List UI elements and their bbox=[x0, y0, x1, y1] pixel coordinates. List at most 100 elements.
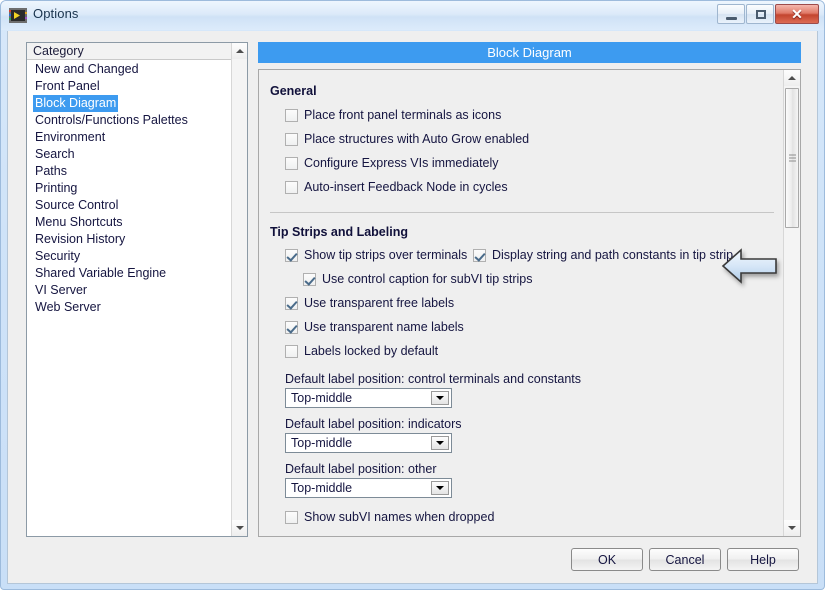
section-general-title: General bbox=[270, 84, 317, 98]
chevron-down-icon bbox=[788, 526, 796, 530]
category-item-label: New and Changed bbox=[35, 62, 139, 76]
category-item-label: Paths bbox=[35, 164, 67, 178]
category-list-scrollbar[interactable] bbox=[231, 43, 247, 536]
title-bar[interactable]: Options ✕ bbox=[1, 1, 824, 30]
checkbox-box[interactable] bbox=[285, 156, 298, 170]
settings-panel-content: General Place front panel terminals as i… bbox=[259, 70, 783, 536]
minimize-icon bbox=[726, 17, 737, 20]
scroll-up-button[interactable] bbox=[232, 43, 247, 59]
category-item[interactable]: Printing bbox=[27, 180, 231, 197]
category-list-header: Category bbox=[27, 43, 247, 60]
dropdown-default-label-position-controls[interactable]: Top-middle bbox=[285, 388, 452, 408]
category-item[interactable]: Menu Shortcuts bbox=[27, 214, 231, 231]
chevron-down-icon[interactable] bbox=[431, 481, 449, 495]
chevron-down-icon[interactable] bbox=[431, 436, 449, 450]
scroll-up-button[interactable] bbox=[784, 70, 800, 86]
checkbox-box[interactable] bbox=[285, 344, 298, 358]
dropdown-default-label-position-indicators[interactable]: Top-middle bbox=[285, 433, 452, 453]
category-item[interactable]: Source Control bbox=[27, 197, 231, 214]
window-controls: ✕ bbox=[717, 4, 819, 24]
scrollbar-thumb[interactable] bbox=[785, 88, 799, 228]
dropdown-value: Top-middle bbox=[291, 481, 353, 495]
checkbox-box[interactable] bbox=[285, 296, 298, 310]
dialog-body: Category New and Changed Front Panel Blo… bbox=[7, 31, 818, 584]
category-item[interactable]: Controls/Functions Palettes bbox=[27, 112, 231, 129]
scroll-down-button[interactable] bbox=[232, 520, 247, 536]
checkbox-use-control-caption-for-subvi-tip-strips[interactable]: Use control caption for subVI tip strips bbox=[303, 272, 533, 286]
label-default-label-position-other: Default label position: other bbox=[285, 462, 437, 476]
close-icon: ✕ bbox=[791, 5, 803, 22]
grip-icon bbox=[789, 154, 796, 162]
checkbox-box[interactable] bbox=[303, 272, 316, 286]
category-item-label: Web Server bbox=[35, 300, 101, 314]
category-item-label: Front Panel bbox=[35, 79, 100, 93]
category-item[interactable]: Web Server bbox=[27, 299, 231, 316]
checkbox-configure-express-vis[interactable]: Configure Express VIs immediately bbox=[285, 156, 499, 170]
dropdown-default-label-position-other[interactable]: Top-middle bbox=[285, 478, 452, 498]
dropdown-value: Top-middle bbox=[291, 391, 353, 405]
panel-header: Block Diagram bbox=[258, 42, 801, 63]
close-button[interactable]: ✕ bbox=[775, 4, 819, 24]
checkbox-box[interactable] bbox=[473, 248, 486, 262]
category-item[interactable]: VI Server bbox=[27, 282, 231, 299]
checkbox-box[interactable] bbox=[285, 132, 298, 146]
category-item[interactable]: Front Panel bbox=[27, 78, 231, 95]
checkbox-box[interactable] bbox=[285, 180, 298, 194]
checkbox-box[interactable] bbox=[285, 248, 298, 262]
category-item[interactable]: Paths bbox=[27, 163, 231, 180]
section-divider bbox=[270, 212, 774, 213]
label-default-label-position-indicators: Default label position: indicators bbox=[285, 417, 462, 431]
category-item-label: Shared Variable Engine bbox=[35, 266, 167, 280]
restore-icon bbox=[756, 10, 766, 19]
category-item-label: Printing bbox=[35, 181, 78, 195]
category-item[interactable]: Search bbox=[27, 146, 231, 163]
checkbox-show-tip-strips-over-terminals[interactable]: Show tip strips over terminals bbox=[285, 248, 467, 262]
left-pointing-arrow-icon bbox=[721, 248, 777, 284]
checkbox-show-subvi-names-when-dropped[interactable]: Show subVI names when dropped bbox=[285, 510, 494, 524]
checkbox-place-front-panel-terminals-as-icons[interactable]: Place front panel terminals as icons bbox=[285, 108, 501, 122]
checkbox-box[interactable] bbox=[285, 510, 298, 524]
category-item-label: Revision History bbox=[35, 232, 126, 246]
checkbox-auto-insert-feedback-node[interactable]: Auto-insert Feedback Node in cycles bbox=[285, 180, 508, 194]
panel-header-title: Block Diagram bbox=[487, 45, 572, 60]
restore-button[interactable] bbox=[746, 4, 774, 24]
category-list-items: New and Changed Front Panel Block Diagra… bbox=[27, 61, 231, 536]
category-item-label: Security bbox=[35, 249, 81, 263]
cancel-button[interactable]: Cancel bbox=[649, 548, 721, 571]
settings-panel-scrollbar[interactable] bbox=[783, 70, 800, 536]
category-item[interactable]: New and Changed bbox=[27, 61, 231, 78]
category-item-label: Source Control bbox=[35, 198, 119, 212]
checkbox-box[interactable] bbox=[285, 108, 298, 122]
category-item[interactable]: Revision History bbox=[27, 231, 231, 248]
category-item-label: Search bbox=[35, 147, 75, 161]
window-title: Options bbox=[33, 6, 79, 21]
category-item-label: Environment bbox=[35, 130, 106, 144]
checkbox-use-transparent-name-labels[interactable]: Use transparent name labels bbox=[285, 320, 464, 334]
chevron-down-icon[interactable] bbox=[431, 391, 449, 405]
help-button[interactable]: Help bbox=[727, 548, 799, 571]
checkbox-box[interactable] bbox=[285, 320, 298, 334]
options-dialog-window: Options ✕ Category New and Changed Front… bbox=[0, 0, 825, 590]
chevron-up-icon bbox=[788, 76, 796, 80]
minimize-button[interactable] bbox=[717, 4, 745, 24]
checkbox-labels-locked-by-default[interactable]: Labels locked by default bbox=[285, 344, 438, 358]
ok-button[interactable]: OK bbox=[571, 548, 643, 571]
category-item[interactable]: Environment bbox=[27, 129, 231, 146]
category-item-label: Controls/Functions Palettes bbox=[35, 113, 188, 127]
category-item-label: Menu Shortcuts bbox=[35, 215, 123, 229]
checkbox-place-structures-auto-grow[interactable]: Place structures with Auto Grow enabled bbox=[285, 132, 529, 146]
category-item-label: Block Diagram bbox=[33, 95, 119, 112]
dialog-footer: OK Cancel Help bbox=[571, 548, 799, 571]
checkbox-display-string-and-path-constants[interactable]: Display string and path constants in tip… bbox=[473, 248, 733, 262]
chevron-down-icon bbox=[235, 526, 244, 530]
category-item-block-diagram[interactable]: Block Diagram bbox=[27, 95, 231, 112]
category-item[interactable]: Security bbox=[27, 248, 231, 265]
category-list[interactable]: Category New and Changed Front Panel Blo… bbox=[26, 42, 248, 537]
chevron-up-icon bbox=[235, 49, 244, 53]
category-item[interactable]: Shared Variable Engine bbox=[27, 265, 231, 282]
checkbox-use-transparent-free-labels[interactable]: Use transparent free labels bbox=[285, 296, 454, 310]
settings-panel: General Place front panel terminals as i… bbox=[258, 69, 801, 537]
scroll-down-button[interactable] bbox=[784, 520, 800, 536]
labview-vi-icon bbox=[9, 8, 27, 23]
dropdown-value: Top-middle bbox=[291, 436, 353, 450]
